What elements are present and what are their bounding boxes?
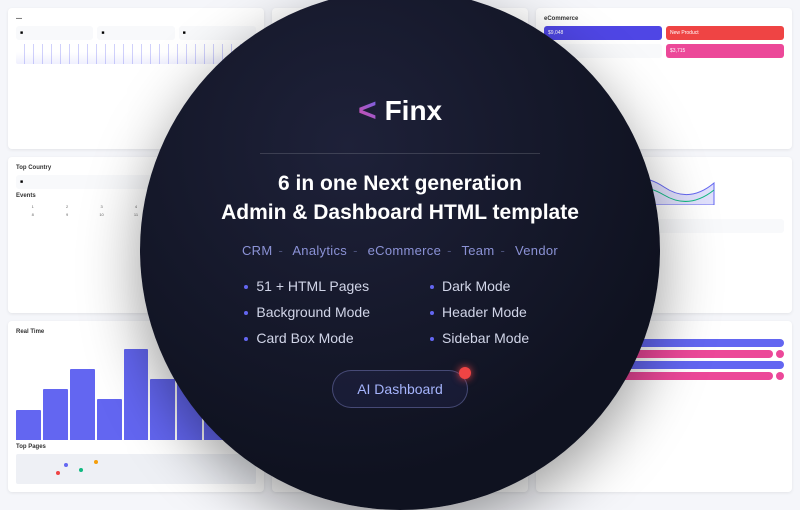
stat-tile: $9,048 [544,26,662,40]
feature-item: Card Box Mode [244,330,370,346]
hero-circle: > Finx 6 in one Next generation Admin & … [140,0,660,510]
stat-tile: New Product [666,26,784,40]
feature-item: Background Mode [244,304,370,320]
category: Analytics [292,243,347,258]
feature-item: 51 + HTML Pages [244,278,370,294]
category: Vendor [515,243,558,258]
preview-title: — [16,16,256,22]
divider [260,153,540,154]
category: eCommerce [368,243,442,258]
preview-title: eCommerce [544,16,784,22]
category-list: CRM- Analytics- eCommerce- Team- Vendor [242,243,558,258]
notification-dot-icon [459,367,471,379]
headline-line-2: Admin & Dashboard HTML template [221,199,579,227]
logo-mark-icon: > [358,92,377,129]
logo: > Finx [358,92,442,129]
logo-text: Finx [385,95,443,127]
feature-grid: 51 + HTML Pages Dark Mode Background Mod… [244,278,555,346]
feature-item: Sidebar Mode [430,330,556,346]
ai-button-label: AI Dashboard [357,381,443,397]
headline-line-1: 6 in one Next generation [221,170,579,198]
ai-dashboard-button[interactable]: AI Dashboard [332,370,468,408]
feature-item: Header Mode [430,304,556,320]
feature-item: Dark Mode [430,278,556,294]
category: Team [461,243,494,258]
headline: 6 in one Next generation Admin & Dashboa… [221,170,579,227]
category: CRM [242,243,273,258]
mini-map [16,454,256,484]
